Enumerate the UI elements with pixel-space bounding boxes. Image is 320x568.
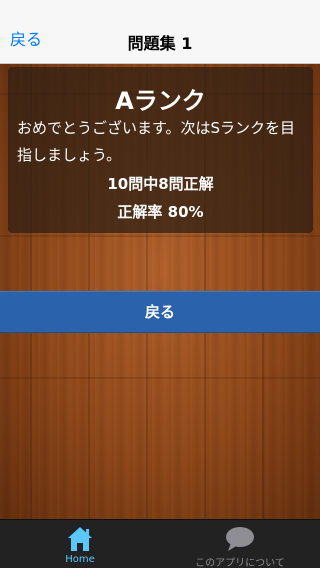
result-panel: Aランク おめでとうございます。次はSランクを目指しましょう。 10問中8問正解… [8,67,313,233]
tab-bar: Home このアプリについて [0,519,320,568]
screen: 戻る 問題集 1 Aランク おめでとうございます。次はSランクを目指しましょう。… [0,0,320,568]
home-icon [0,526,160,552]
tab-about-label: このアプリについて [195,558,285,568]
tab-about-app[interactable]: このアプリについて [160,520,320,568]
result-message: おめでとうございます。次はSランクを目指しましょう。 [17,119,296,164]
accuracy-rate-text: 正解率 80% [117,203,204,221]
tab-home[interactable]: Home [0,520,160,568]
speech-bubble-icon [160,526,320,552]
navigation-bar: 戻る 問題集 1 [0,0,320,64]
tab-home-label: Home [65,554,95,565]
back-button[interactable]: 戻る [0,291,320,333]
rank-heading: Aランク [115,87,206,115]
score-text: 10問中8問正解 [107,175,214,193]
page-title: 問題集 1 [127,34,193,53]
